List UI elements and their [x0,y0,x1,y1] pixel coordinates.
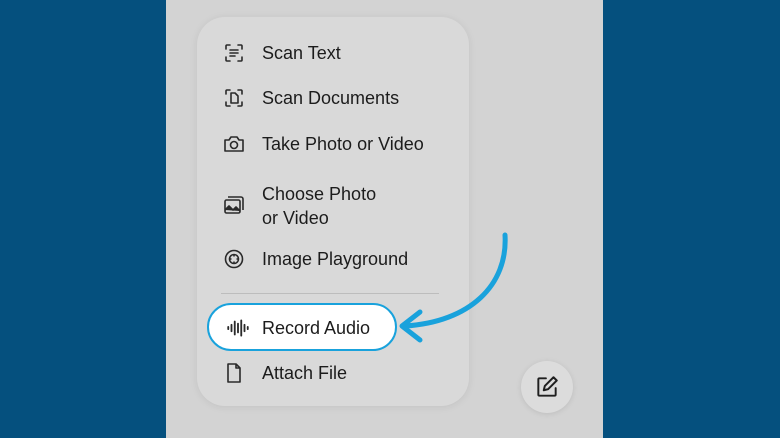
menu-item-scan-text[interactable]: Scan Text [197,33,469,73]
camera-icon [221,131,247,157]
menu-item-choose-photo[interactable]: Choose Photo or Video [197,180,469,232]
menu-item-label: Image Playground [262,249,409,269]
menu-item-label: Choose Photo or Video [262,184,377,228]
menu-item-record-audio[interactable]: Record Audio [207,303,397,351]
waveform-icon [225,315,251,341]
menu-item-label: Scan Text [262,43,341,63]
image-playground-icon [221,246,247,272]
menu-divider [221,293,439,294]
compose-icon [534,374,560,400]
photo-library-icon [221,193,247,219]
menu-item-take-photo[interactable]: Take Photo or Video [197,124,469,164]
menu-item-attach-file[interactable]: Attach File [197,353,469,393]
menu-item-label: Take Photo or Video [262,134,424,154]
menu-item-scan-documents[interactable]: Scan Documents [197,78,469,118]
scan-documents-icon [221,85,247,111]
compose-button[interactable] [521,361,573,413]
menu-item-label: Scan Documents [262,88,400,108]
menu-item-label: Record Audio [262,318,371,338]
document-icon [221,360,247,386]
menu-item-image-playground[interactable]: Image Playground [197,239,469,279]
menu-item-label: Attach File [262,363,348,383]
scan-text-icon [221,40,247,66]
